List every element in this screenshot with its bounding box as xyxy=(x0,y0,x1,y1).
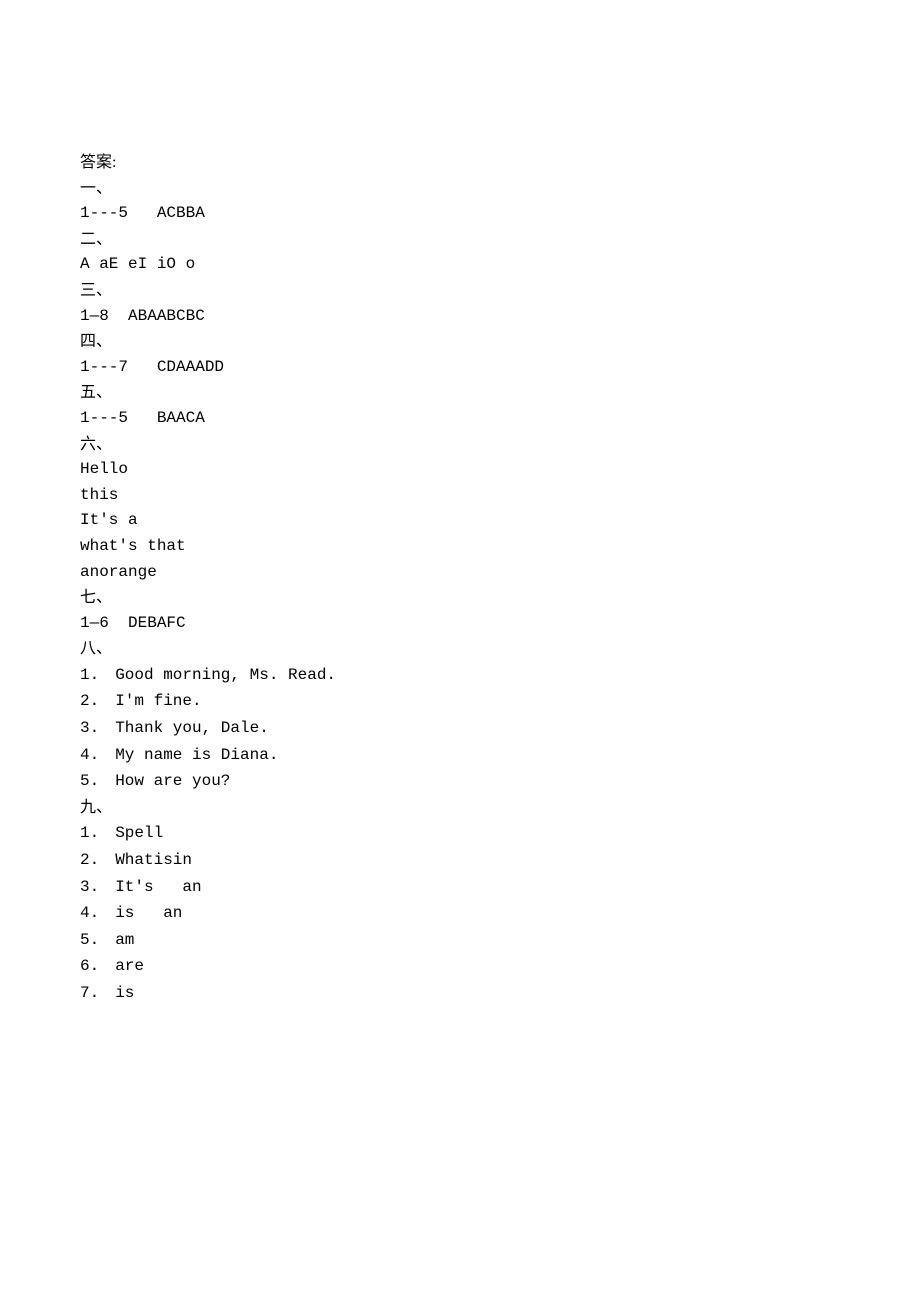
list-item: 6.are xyxy=(80,953,840,980)
list-item: 7.is xyxy=(80,980,840,1007)
answer-title: 答案: xyxy=(80,150,840,176)
list-item: 3.It's an xyxy=(80,874,840,901)
list-item: 5.am xyxy=(80,927,840,954)
list-item: 2.I'm fine. xyxy=(80,688,840,715)
section-6-line-4: what's that xyxy=(80,534,840,560)
section-4-heading: 四、 xyxy=(80,329,840,355)
section-7-answers: 1—6 DEBAFC xyxy=(80,611,840,637)
list-item: 4.My name is Diana. xyxy=(80,742,840,769)
section-6-line-1: Hello xyxy=(80,457,840,483)
list-item: 1.Good morning, Ms. Read. xyxy=(80,662,840,689)
section-6-line-2: this xyxy=(80,483,840,509)
section-8-list: 1.Good morning, Ms. Read. 2.I'm fine. 3.… xyxy=(80,662,840,795)
section-6-line-5: anorange xyxy=(80,560,840,586)
section-1-answers: 1---5 ACBBA xyxy=(80,201,840,227)
section-9-heading: 九、 xyxy=(80,795,840,821)
section-3-answers: 1—8 ABAABCBC xyxy=(80,304,840,330)
list-item: 1.Spell xyxy=(80,820,840,847)
section-5-heading: 五、 xyxy=(80,380,840,406)
section-4-answers: 1---7 CDAAADD xyxy=(80,355,840,381)
list-item: 3.Thank you, Dale. xyxy=(80,715,840,742)
section-5-answers: 1---5 BAACA xyxy=(80,406,840,432)
section-2-answers: A aE eI iO o xyxy=(80,252,840,278)
document-page: 答案: 一、 1---5 ACBBA 二、 A aE eI iO o 三、 1—… xyxy=(0,0,920,1007)
list-item: 4.is an xyxy=(80,900,840,927)
section-8-heading: 八、 xyxy=(80,636,840,662)
section-6-heading: 六、 xyxy=(80,432,840,458)
section-6-line-3: It's a xyxy=(80,508,840,534)
section-3-heading: 三、 xyxy=(80,278,840,304)
section-2-heading: 二、 xyxy=(80,227,840,253)
list-item: 5.How are you? xyxy=(80,768,840,795)
list-item: 2.Whatisin xyxy=(80,847,840,874)
section-7-heading: 七、 xyxy=(80,585,840,611)
section-9-list: 1.Spell 2.Whatisin 3.It's an 4.is an 5.a… xyxy=(80,820,840,1006)
section-1-heading: 一、 xyxy=(80,176,840,202)
